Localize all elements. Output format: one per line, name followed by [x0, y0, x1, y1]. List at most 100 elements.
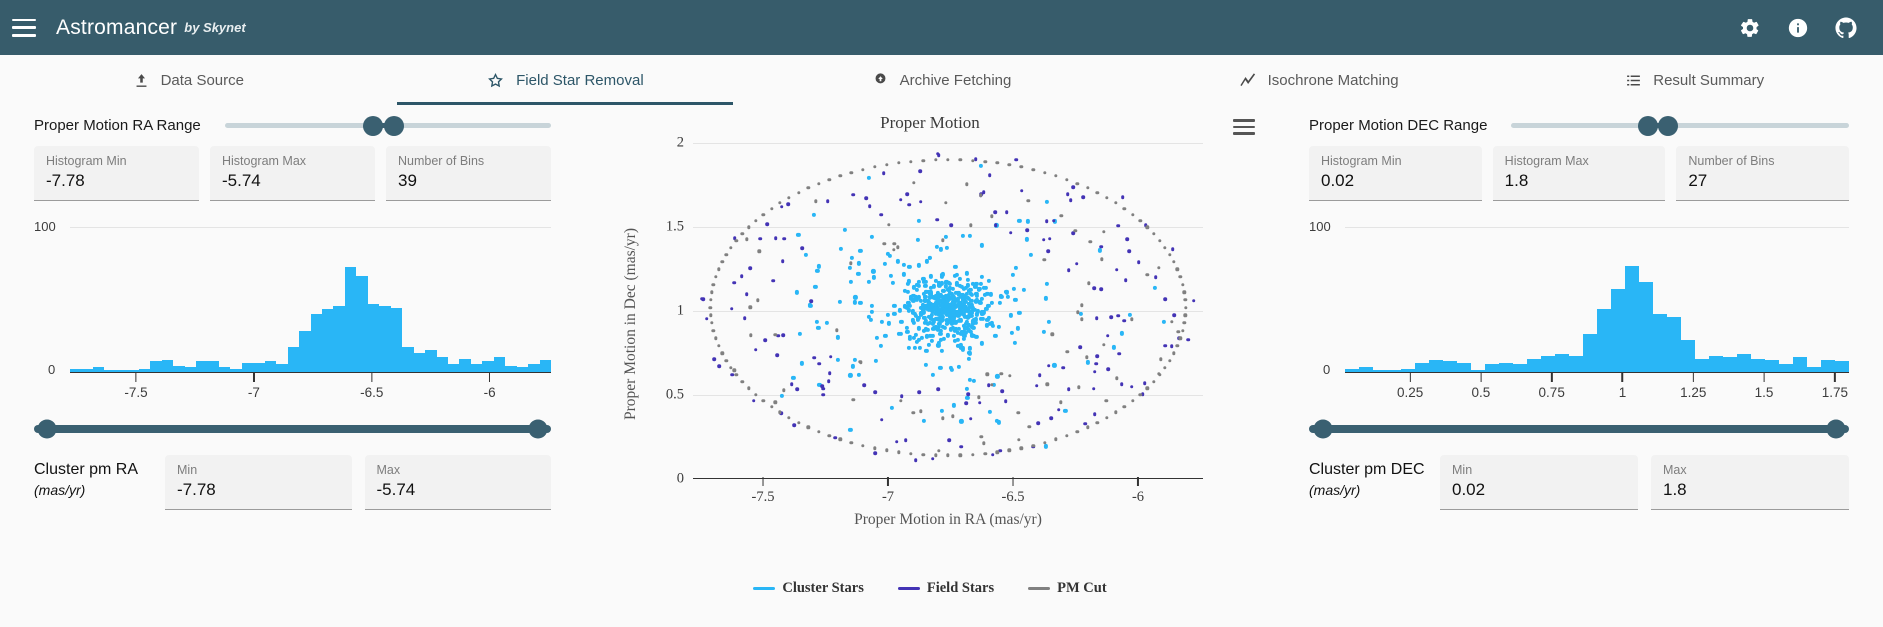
slider-knob-max[interactable]: [1658, 115, 1679, 136]
number-of-bins-field[interactable]: Number of Bins 27: [1676, 146, 1850, 201]
range-knob-min[interactable]: [1313, 419, 1332, 439]
pm-dec-range-slider[interactable]: [1511, 115, 1849, 136]
scatter-point: [941, 238, 945, 242]
scatter-point: [998, 449, 1003, 453]
histogram-min-field[interactable]: Histogram Min 0.02: [1309, 146, 1482, 201]
cluster-pm-ra-min-field[interactable]: Min -7.78: [165, 455, 352, 510]
field-label: Number of Bins: [398, 154, 485, 168]
scatter-point: [1071, 185, 1075, 189]
scatter-point: [1175, 267, 1180, 272]
scatter-point: [923, 363, 928, 368]
pm-dec-bottom-slider[interactable]: [1309, 419, 1849, 439]
range-knob-max[interactable]: [1826, 419, 1845, 439]
scatter-point: [898, 197, 903, 202]
scatter-point: [871, 269, 876, 274]
scatter-plot-area: 2 1.5 1 0.5 0: [666, 135, 1203, 487]
cluster-title: Cluster pm RA: [34, 461, 139, 478]
scatter-point: [986, 315, 991, 320]
scatter-point: [724, 358, 728, 363]
scatter-point: [911, 298, 916, 303]
scatter-x-tick: -7.5: [752, 477, 774, 506]
scatter-point: [951, 403, 957, 408]
scatter-point: [940, 408, 945, 413]
scatter-point: [870, 303, 875, 308]
scatter-point: [1099, 287, 1103, 292]
slider-knob-max[interactable]: [384, 115, 405, 136]
scatter-point: [732, 368, 736, 373]
slider-knob-min[interactable]: [1638, 115, 1659, 136]
legend-item-field-stars[interactable]: Field Stars: [897, 580, 994, 597]
chart-menu-icon[interactable]: [1233, 119, 1255, 139]
scatter-point: [1085, 360, 1090, 365]
scatter-point: [775, 353, 780, 357]
scatter-point: [964, 182, 969, 186]
scatter-point: [1068, 198, 1073, 202]
scatter-point: [862, 383, 866, 387]
scatter-point: [1124, 278, 1128, 283]
cluster-pm-dec-min-field[interactable]: Min 0.02: [1440, 455, 1638, 510]
histogram-max-field[interactable]: Histogram Max -5.74: [210, 146, 375, 201]
field-label: Min: [177, 463, 198, 477]
scatter-point: [951, 333, 956, 338]
scatter-point: [1081, 195, 1085, 200]
slider-knob-min[interactable]: [363, 115, 384, 136]
scatter-point: [849, 170, 854, 175]
histogram-min-field[interactable]: Histogram Min -7.78: [34, 146, 199, 201]
scatter-point: [716, 267, 721, 272]
scatter-point: [753, 348, 758, 352]
scatter-point: [708, 305, 713, 310]
legend-item-cluster-stars[interactable]: Cluster Stars: [753, 580, 864, 597]
scatter-point: [879, 212, 883, 217]
scatter-point: [816, 429, 821, 434]
pm-ra-range-slider[interactable]: [224, 115, 551, 136]
cluster-pm-ra-max-field[interactable]: Max -5.74: [364, 455, 551, 510]
legend-label: PM Cut: [1057, 580, 1107, 596]
histogram-bar: [241, 362, 254, 372]
cluster-units: (mas/yr): [34, 482, 86, 498]
scatter-point: [1051, 218, 1056, 223]
tab-archive-fetching[interactable]: Archive Fetching: [753, 55, 1130, 105]
scatter-point: [814, 319, 820, 324]
proper-motion-scatter-panel: Proper Motion Proper Motion in Dec (mas/…: [585, 105, 1275, 627]
histogram-bar: [1709, 355, 1723, 372]
scatter-point: [899, 319, 904, 324]
gear-icon[interactable]: [1739, 17, 1761, 39]
range-knob-min[interactable]: [37, 419, 57, 439]
scatter-point: [936, 153, 941, 157]
scatter-point: [944, 245, 949, 251]
pm-ra-bottom-slider[interactable]: [34, 419, 551, 439]
scatter-point: [1075, 429, 1080, 434]
number-of-bins-field[interactable]: Number of Bins 39: [386, 146, 551, 201]
github-icon[interactable]: [1835, 16, 1857, 39]
histogram-bar: [1583, 333, 1597, 372]
scatter-point: [787, 196, 791, 200]
axis-tick: 0.75: [1539, 373, 1565, 400]
info-icon[interactable]: [1787, 17, 1809, 39]
histogram-bar: [1835, 361, 1849, 372]
legend-item-pm-cut[interactable]: PM Cut: [1028, 580, 1107, 597]
cluster-pm-dec-max-field[interactable]: Max 1.8: [1651, 455, 1849, 510]
range-knob-max[interactable]: [528, 419, 548, 439]
histogram-max-field[interactable]: Histogram Max 1.8: [1492, 146, 1666, 201]
field-value: -5.74: [222, 171, 261, 190]
scatter-point: [1170, 247, 1175, 251]
scatter-point: [1000, 389, 1004, 393]
scatter-point: [742, 316, 747, 321]
tab-result-summary[interactable]: Result Summary: [1506, 55, 1883, 105]
scatter-point: [1052, 363, 1057, 368]
scatter-point: [713, 275, 718, 279]
scatter-point: [915, 237, 920, 242]
scatter-legend: Cluster Stars Field Stars PM Cut: [585, 580, 1275, 597]
scatter-point: [896, 450, 901, 454]
scatter-point: [905, 282, 911, 287]
tab-isochrone-matching[interactable]: Isochrone Matching: [1130, 55, 1507, 105]
scatter-point: [1168, 358, 1172, 363]
scatter-point: [1042, 238, 1046, 242]
scatter-y-tick-label: 0: [676, 470, 684, 487]
tab-data-source[interactable]: Data Source: [0, 55, 377, 105]
hamburger-icon[interactable]: [12, 18, 36, 37]
scatter-point: [1095, 420, 1100, 425]
scatter-point: [883, 334, 888, 339]
scatter-point: [856, 272, 861, 277]
tab-field-star-removal[interactable]: Field Star Removal: [377, 55, 754, 105]
